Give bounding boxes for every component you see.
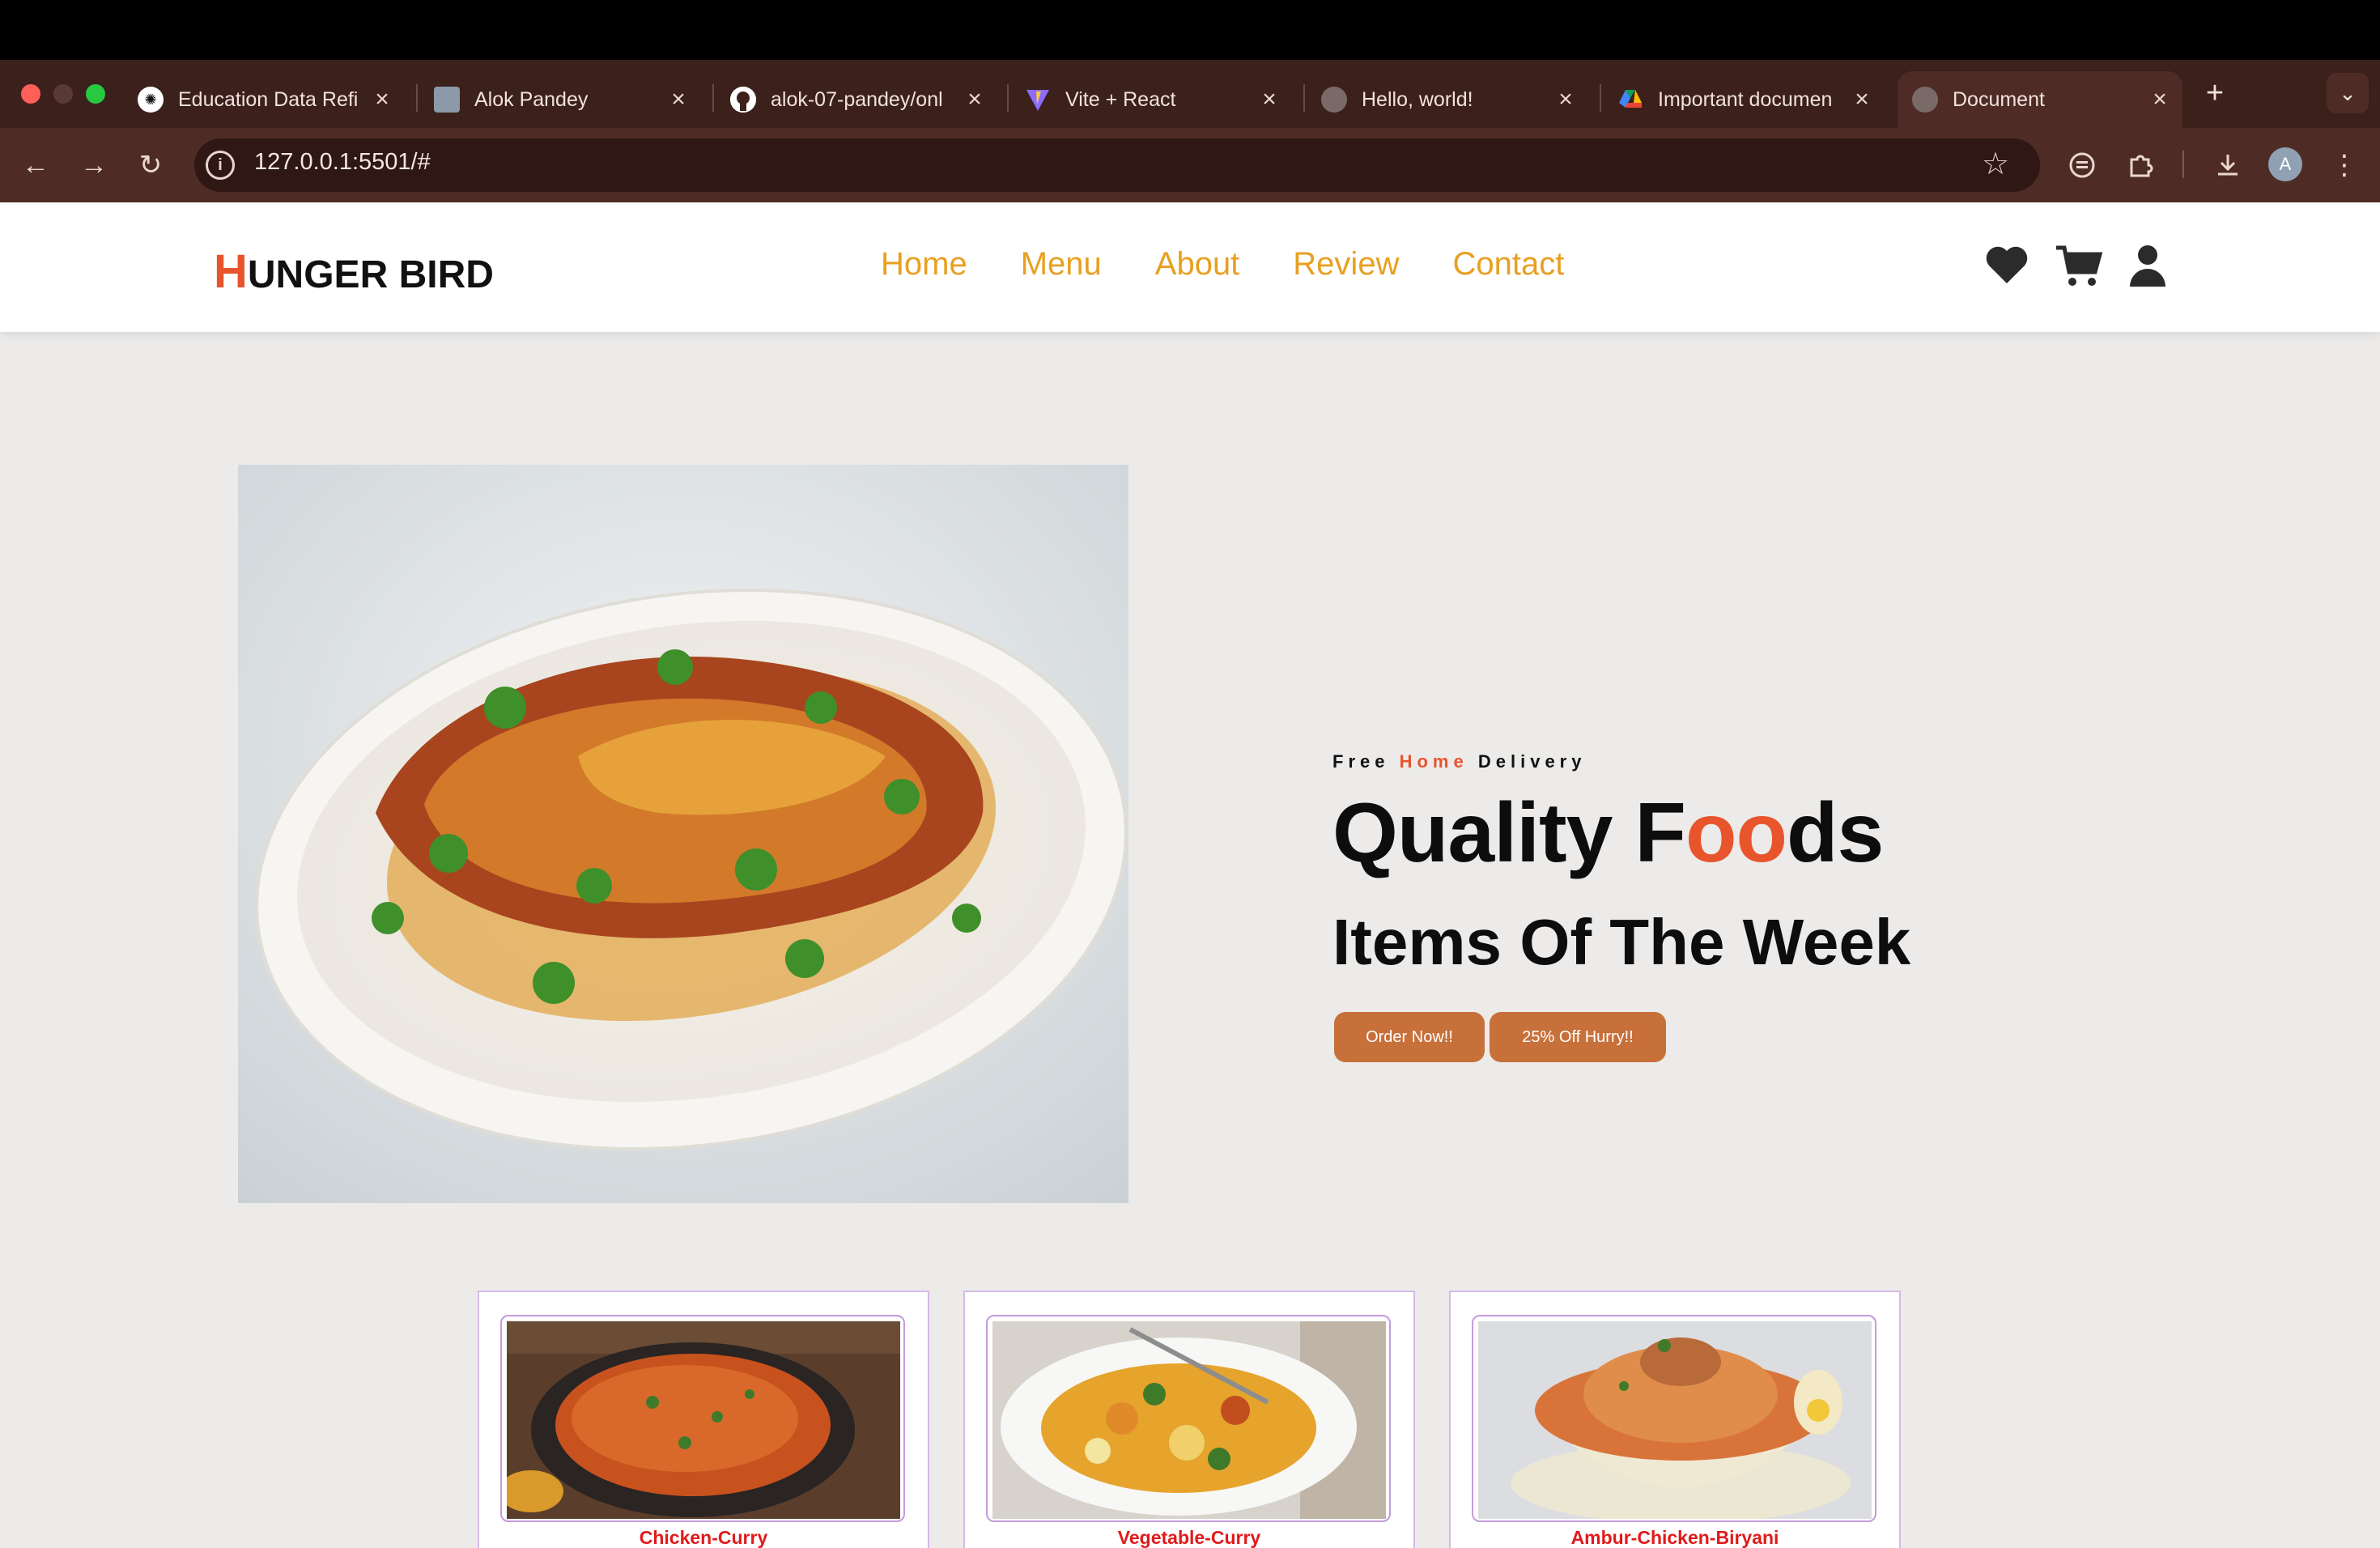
reload-icon[interactable]: ↻: [130, 144, 172, 186]
bookmark-star-icon[interactable]: ☆: [1982, 146, 2009, 182]
ambur-chicken-biryani-image: [1478, 1321, 1872, 1519]
food-card[interactable]: Chicken-Curry: [478, 1291, 929, 1548]
cart-icon[interactable]: [2055, 245, 2103, 292]
logo-text: UNGER BIRD: [247, 253, 494, 296]
food-card-image-frame: [500, 1315, 905, 1522]
nav-link-about[interactable]: About: [1155, 246, 1240, 283]
close-tab-icon[interactable]: ×: [2145, 86, 2174, 113]
food-card-image-frame: [986, 1315, 1391, 1522]
food-card-title: Ambur-Chicken-Biryani: [1570, 1527, 1779, 1548]
close-window-button[interactable]: [21, 84, 40, 104]
nav-link-contact[interactable]: Contact: [1452, 246, 1564, 283]
tab-title: Hello, world!: [1362, 87, 1473, 111]
close-tab-icon[interactable]: ×: [368, 86, 397, 113]
nav-link-menu[interactable]: Menu: [1021, 246, 1102, 283]
browser-tab[interactable]: alok-07-pandey/onl ×: [716, 71, 997, 128]
main-nav: Home Menu About Review Contact: [881, 246, 1564, 283]
food-card[interactable]: Ambur-Chicken-Biryani: [1449, 1291, 1901, 1548]
nav-link-home[interactable]: Home: [881, 246, 967, 283]
download-icon[interactable]: [2207, 144, 2249, 186]
browser-tab-active[interactable]: Document ×: [1898, 71, 2182, 128]
tab-divider: [1303, 84, 1305, 112]
tab-title: Vite + React: [1065, 87, 1176, 111]
tagline-prefix: Free: [1332, 751, 1390, 772]
headline-part2: ds: [1787, 786, 1884, 880]
logo-initial: H: [214, 245, 248, 298]
browser-tab[interactable]: Important documen ×: [1603, 71, 1885, 128]
tagline-suffix: Delivery: [1477, 751, 1587, 772]
user-icon[interactable]: [2129, 245, 2166, 291]
tab-title: Alok Pandey: [474, 87, 589, 111]
headline-part1: Quality F: [1332, 786, 1686, 880]
tab-title: Document: [1953, 87, 2045, 111]
order-now-button[interactable]: Order Now!!: [1334, 1012, 1485, 1062]
forward-arrow-icon[interactable]: →: [73, 144, 115, 186]
discount-offer-button[interactable]: 25% Off Hurry!!: [1490, 1012, 1666, 1062]
url-text[interactable]: 127.0.0.1:5501/#: [254, 149, 431, 176]
tagline-highlight: Home: [1399, 751, 1468, 772]
close-tab-icon[interactable]: ×: [1255, 86, 1284, 113]
nav-link-review[interactable]: Review: [1293, 246, 1399, 283]
tab-divider: [1007, 84, 1009, 112]
tab-divider: [416, 84, 418, 112]
close-tab-icon[interactable]: ×: [664, 86, 693, 113]
close-tab-icon[interactable]: ×: [1551, 86, 1580, 113]
os-menu-bar: [0, 0, 2380, 60]
vegetable-curry-image: [992, 1321, 1386, 1519]
new-tab-button[interactable]: +: [2199, 77, 2231, 109]
minimize-window-button[interactable]: [53, 84, 73, 104]
browser-tab[interactable]: Hello, world! ×: [1307, 71, 1588, 128]
google-drive-icon: [1617, 87, 1643, 113]
vite-icon: [1025, 87, 1051, 113]
address-bar[interactable]: [194, 138, 2040, 192]
headline-highlight: oo: [1685, 786, 1787, 880]
extensions-puzzle-icon[interactable]: [2119, 144, 2161, 186]
hero-headline: Quality Foods: [1332, 785, 1884, 882]
profile-photo-icon: [434, 87, 460, 113]
browser-tab[interactable]: ✺ Education Data Refi ×: [123, 71, 405, 128]
hero-tagline: Free Home Delivery: [1332, 751, 1586, 772]
hero-subheadline: Items Of The Week: [1332, 906, 1911, 978]
globe-icon: [1912, 87, 1938, 113]
tab-divider: [1600, 84, 1601, 112]
tab-title: Education Data Refi: [178, 87, 359, 111]
more-options-icon[interactable]: ⋮: [2323, 144, 2365, 186]
site-info-icon[interactable]: i: [206, 151, 235, 180]
browser-tab[interactable]: Alok Pandey ×: [419, 71, 701, 128]
food-card[interactable]: Vegetable-Curry: [963, 1291, 1415, 1548]
hero-food-image: [238, 465, 1128, 1203]
openai-icon: ✺: [138, 87, 164, 113]
tab-divider: [712, 84, 714, 112]
extension-grid-icon[interactable]: [2061, 144, 2103, 186]
chicken-curry-image: [507, 1321, 900, 1519]
browser-tab[interactable]: Vite + React ×: [1010, 71, 1292, 128]
food-card-title: Chicken-Curry: [639, 1527, 768, 1548]
toolbar-divider: [2182, 151, 2184, 178]
site-logo[interactable]: HUNGER BIRD: [214, 245, 494, 299]
profile-avatar[interactable]: A: [2268, 147, 2302, 181]
tab-title: Important documen: [1658, 87, 1833, 111]
heart-icon[interactable]: [1985, 245, 2029, 289]
tab-title: alok-07-pandey/onl: [771, 87, 943, 111]
back-arrow-icon[interactable]: ←: [15, 144, 57, 186]
close-tab-icon[interactable]: ×: [1847, 86, 1876, 113]
close-tab-icon[interactable]: ×: [960, 86, 989, 113]
food-card-image-frame: [1472, 1315, 1876, 1522]
github-icon: [730, 87, 756, 113]
maximize-window-button[interactable]: [86, 84, 105, 104]
globe-icon: [1321, 87, 1347, 113]
food-card-title: Vegetable-Curry: [1117, 1527, 1261, 1548]
tab-search-button[interactable]: ⌄: [2327, 73, 2369, 113]
